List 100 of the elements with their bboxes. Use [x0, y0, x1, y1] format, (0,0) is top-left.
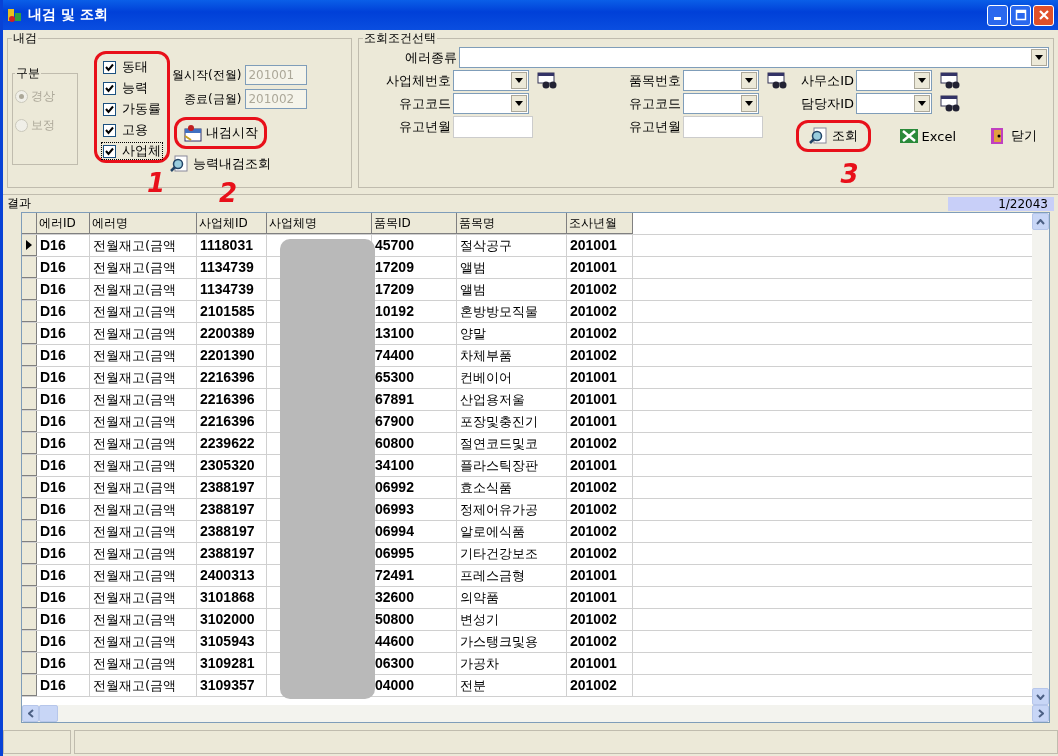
scroll-right-button[interactable] — [1032, 705, 1049, 722]
checkbox-option[interactable]: 동태 — [101, 58, 163, 76]
table-cell: 2388197 — [197, 521, 267, 542]
checkbox-option[interactable]: 능력 — [101, 79, 163, 97]
scroll-thumb[interactable] — [39, 705, 58, 722]
column-header[interactable]: 에러명 — [90, 213, 197, 234]
table-cell: D16 — [37, 345, 90, 366]
table-cell: 3102000 — [197, 609, 267, 630]
table-cell: D16 — [37, 653, 90, 674]
table-cell: 1134739 — [197, 279, 267, 300]
close-icon — [1037, 9, 1050, 21]
table-cell: 혼방방모직물 — [457, 301, 567, 322]
table-cell: 전월재고(금액 — [90, 389, 197, 410]
column-header[interactable]: 조사년월 — [567, 213, 633, 234]
dropdown-arrow-icon — [745, 101, 753, 106]
table-cell: D16 — [37, 367, 90, 388]
table-cell: 의약품 — [457, 587, 567, 608]
column-header[interactable]: 에러ID — [37, 213, 90, 234]
dropdown-arrow-icon — [918, 78, 926, 83]
table-cell: 가공차 — [457, 653, 567, 674]
column-header[interactable]: 품목ID — [372, 213, 457, 234]
table-cell: D16 — [37, 433, 90, 454]
table-cell: 2216396 — [197, 367, 267, 388]
column-header[interactable]: 품목명 — [457, 213, 567, 234]
close-form-button[interactable]: 닫기 — [984, 125, 1041, 147]
table-cell: 2216396 — [197, 389, 267, 410]
annotation-number: 1 — [147, 170, 166, 196]
dropdown[interactable] — [856, 70, 932, 91]
field-label: 유고년월 — [628, 118, 681, 136]
checkbox-option[interactable]: 가동률 — [101, 100, 163, 118]
run-button[interactable]: 내검시작 — [177, 120, 264, 146]
table-cell: 2305320 — [197, 455, 267, 476]
dropdown-arrow-icon — [515, 101, 523, 106]
table-cell: 전월재고(금액 — [90, 543, 197, 564]
scroll-left-button[interactable] — [22, 705, 39, 722]
table-cell: 201002 — [567, 499, 633, 520]
table-cell: 201001 — [567, 565, 633, 586]
binoculars-icon[interactable] — [940, 71, 960, 90]
dropdown[interactable] — [856, 93, 932, 114]
annotation-number: 3 — [840, 161, 859, 187]
table-cell: 앨범 — [457, 279, 567, 300]
table-cell: 전월재고(금액 — [90, 631, 197, 652]
binoculars-icon[interactable] — [940, 94, 960, 113]
section-title: 결과 — [7, 195, 31, 212]
dropdown[interactable] — [683, 70, 759, 91]
table-cell: 전월재고(금액 — [90, 367, 197, 388]
table-cell: 정제어유가공 — [457, 499, 567, 520]
table-cell: 1118031 — [197, 235, 267, 256]
checkbox-option[interactable]: 사업체 — [101, 142, 163, 160]
table-cell: 201002 — [567, 521, 633, 542]
table-cell: 전월재고(금액 — [90, 653, 197, 674]
dropdown-arrow-icon — [515, 78, 523, 83]
table-cell: 201001 — [567, 653, 633, 674]
column-header[interactable]: 사업체명 — [267, 213, 372, 234]
table-cell: 201002 — [567, 345, 633, 366]
maximize-button[interactable] — [1010, 4, 1031, 26]
status-panel — [3, 730, 71, 754]
excel-button[interactable]: Excel — [894, 125, 960, 147]
ability-search-button[interactable]: 능력내검조회 — [166, 153, 275, 175]
scroll-down-button[interactable] — [1032, 688, 1049, 705]
horizontal-scrollbar[interactable] — [22, 705, 1049, 722]
table-cell: D16 — [37, 279, 90, 300]
window-icon — [183, 124, 203, 142]
input-field[interactable] — [453, 116, 533, 138]
input-field[interactable] — [683, 116, 763, 138]
minimize-button[interactable] — [987, 4, 1008, 26]
table-cell: 전월재고(금액 — [90, 323, 197, 344]
close-button[interactable] — [1033, 4, 1054, 26]
binoculars-icon[interactable] — [537, 71, 557, 90]
table-cell: D16 — [37, 323, 90, 344]
dropdown[interactable] — [683, 93, 759, 114]
column-header[interactable]: 사업체ID — [197, 213, 267, 234]
vertical-scrollbar[interactable] — [1032, 213, 1049, 705]
table-cell: 201002 — [567, 323, 633, 344]
table-cell: D16 — [37, 587, 90, 608]
table-cell: 전월재고(금액 — [90, 675, 197, 696]
binoculars-icon[interactable] — [767, 71, 787, 90]
check-icon — [105, 146, 114, 156]
table-cell: 컨베이어 — [457, 367, 567, 388]
table-cell: 201001 — [567, 455, 633, 476]
table-cell: 전월재고(금액 — [90, 235, 197, 256]
table-cell: D16 — [37, 455, 90, 476]
table-cell: 변성기 — [457, 609, 567, 630]
checkbox-option[interactable]: 고용 — [101, 121, 163, 139]
table-cell: 2101585 — [197, 301, 267, 322]
table-cell: 201001 — [567, 367, 633, 388]
check-icon — [105, 62, 114, 72]
row-header[interactable] — [22, 235, 37, 256]
table-cell: 전월재고(금액 — [90, 587, 197, 608]
field-label: 월시작(전월) — [172, 66, 242, 84]
table-cell: D16 — [37, 521, 90, 542]
search-button[interactable]: 조회 — [804, 125, 862, 147]
scroll-up-button[interactable] — [1032, 213, 1049, 230]
dropdown-arrow-icon — [745, 78, 753, 83]
dropdown[interactable] — [453, 70, 529, 91]
table-cell: 201001 — [567, 411, 633, 432]
minimize-icon — [994, 17, 1001, 20]
table-cell: D16 — [37, 565, 90, 586]
table-cell: D16 — [37, 257, 90, 278]
dropdown[interactable] — [453, 93, 529, 114]
